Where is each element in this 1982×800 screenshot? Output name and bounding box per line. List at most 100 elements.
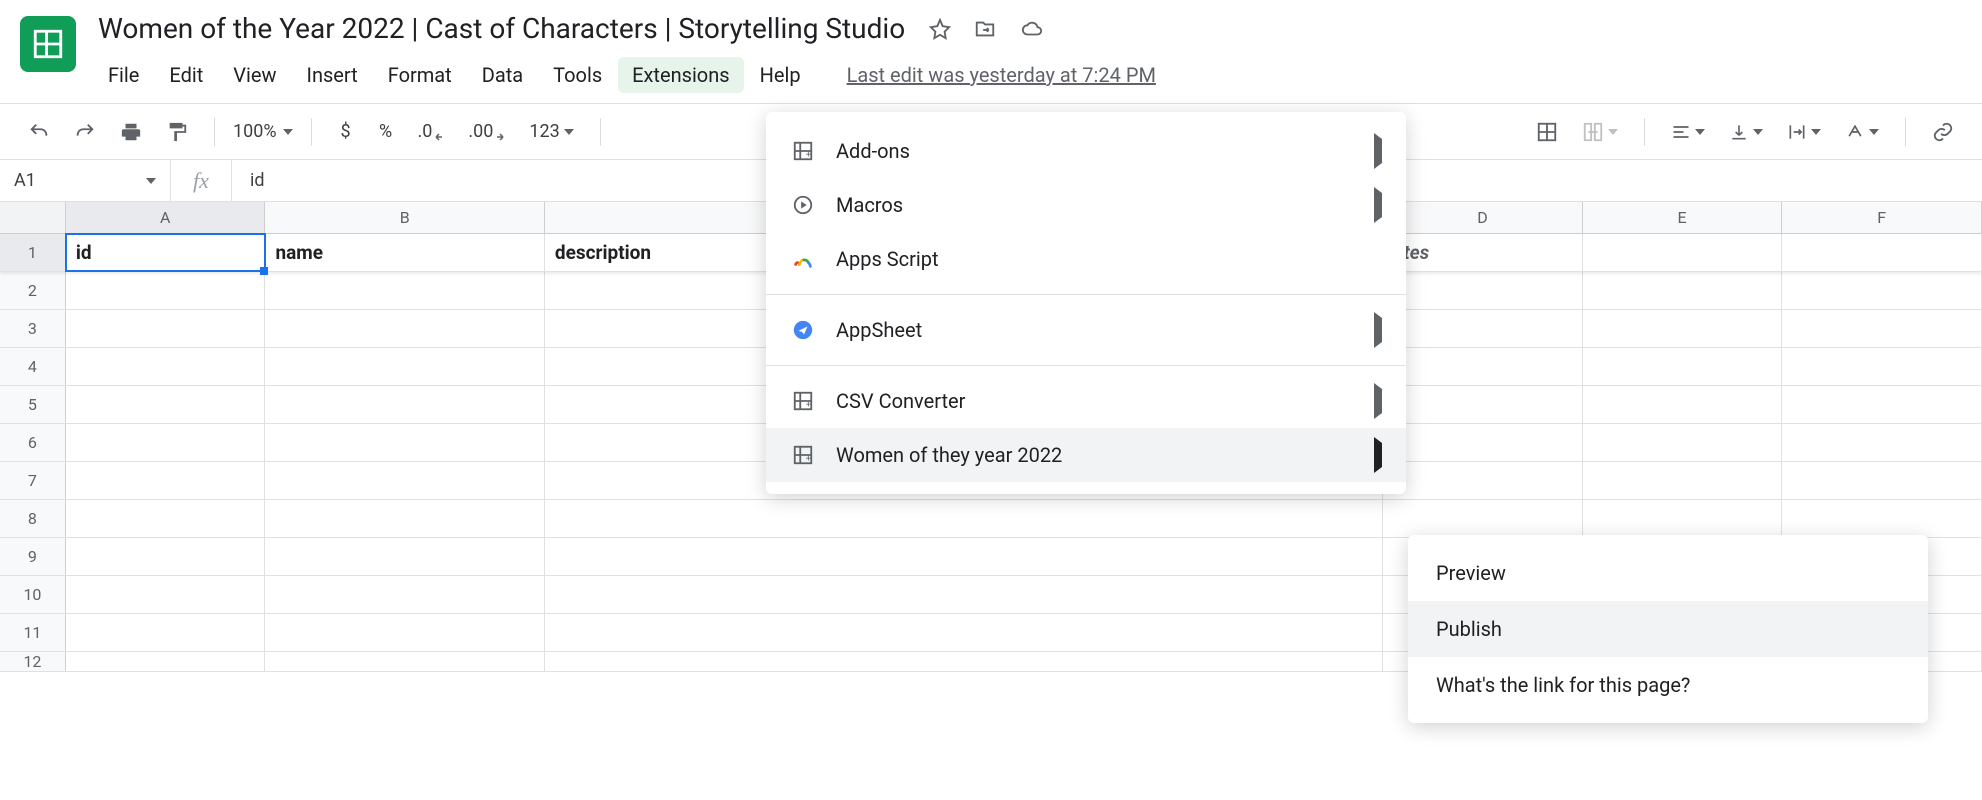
cell[interactable] [545, 652, 1383, 671]
row-header[interactable]: 3 [0, 310, 66, 347]
star-icon[interactable] [929, 18, 951, 40]
cell[interactable] [1782, 272, 1982, 309]
menu-tools[interactable]: Tools [539, 57, 616, 93]
menu-help[interactable]: Help [746, 57, 815, 93]
name-box[interactable]: A1 [0, 170, 170, 191]
submenu-item-preview[interactable]: Preview [1408, 545, 1928, 601]
format-currency-button[interactable]: $ [330, 116, 362, 148]
redo-button[interactable] [66, 116, 104, 148]
row-header[interactable]: 9 [0, 538, 66, 575]
cell[interactable] [265, 272, 544, 309]
cell[interactable] [1383, 348, 1583, 385]
decrease-decimal-button[interactable]: .0 [410, 116, 453, 148]
cell[interactable] [66, 462, 266, 499]
cell[interactable] [1782, 424, 1982, 461]
cell[interactable] [265, 538, 544, 575]
menu-item-apps-script[interactable]: Apps Script [766, 232, 1406, 286]
menu-item-add-ons[interactable]: + Add-ons [766, 124, 1406, 178]
row-header[interactable]: 4 [0, 348, 66, 385]
menu-item-macros[interactable]: Macros [766, 178, 1406, 232]
vertical-align-button[interactable] [1721, 116, 1771, 148]
column-header-F[interactable]: F [1782, 202, 1982, 233]
cell[interactable] [66, 614, 266, 651]
cloud-status-icon[interactable] [1019, 18, 1045, 40]
text-wrap-button[interactable] [1779, 116, 1829, 148]
menu-item-women-of-year[interactable]: + Women of they year 2022 [766, 428, 1406, 482]
insert-link-button[interactable] [1924, 116, 1962, 148]
cell[interactable] [66, 272, 266, 309]
menu-format[interactable]: Format [374, 57, 466, 93]
cell[interactable] [1383, 424, 1583, 461]
cell[interactable] [66, 538, 266, 575]
row-header[interactable]: 7 [0, 462, 66, 499]
paint-format-button[interactable] [158, 116, 196, 148]
cell[interactable] [1383, 500, 1583, 537]
cell[interactable] [265, 652, 544, 671]
cell[interactable] [1782, 348, 1982, 385]
cell[interactable] [1583, 310, 1783, 347]
undo-button[interactable] [20, 116, 58, 148]
cell[interactable] [1583, 272, 1783, 309]
cell[interactable] [265, 576, 544, 613]
borders-button[interactable] [1528, 116, 1566, 148]
cell[interactable] [265, 462, 544, 499]
cell[interactable] [66, 652, 266, 671]
row-header-1[interactable]: 1 [0, 234, 66, 271]
cell[interactable] [265, 310, 544, 347]
cell[interactable] [1782, 500, 1982, 537]
column-header-A[interactable]: A [66, 202, 266, 233]
cell-B1[interactable]: name [265, 234, 544, 271]
row-header[interactable]: 11 [0, 614, 66, 651]
print-button[interactable] [112, 116, 150, 148]
select-all-corner[interactable] [0, 202, 66, 233]
cell[interactable] [1383, 310, 1583, 347]
menu-item-csv-converter[interactable]: + CSV Converter [766, 374, 1406, 428]
column-header-D[interactable]: D [1383, 202, 1583, 233]
cell[interactable] [1583, 348, 1783, 385]
submenu-item-whats-link[interactable]: What's the link for this page? [1408, 657, 1928, 713]
selection-handle[interactable] [260, 267, 268, 275]
cell[interactable] [1383, 386, 1583, 423]
more-formats-button[interactable]: 123 [521, 116, 581, 148]
cell[interactable] [545, 576, 1383, 613]
menu-view[interactable]: View [219, 57, 290, 93]
zoom-select[interactable]: 100% [233, 121, 293, 142]
cell[interactable] [66, 576, 266, 613]
cell[interactable] [1583, 424, 1783, 461]
row-header[interactable]: 5 [0, 386, 66, 423]
increase-decimal-button[interactable]: .00 [460, 116, 513, 148]
cell[interactable] [66, 386, 266, 423]
cell[interactable] [265, 500, 544, 537]
cell[interactable] [545, 500, 1383, 537]
cell[interactable] [1583, 386, 1783, 423]
cell[interactable] [66, 424, 266, 461]
row-header[interactable]: 8 [0, 500, 66, 537]
cell[interactable] [1383, 272, 1583, 309]
cell[interactable] [66, 500, 266, 537]
cell[interactable] [66, 310, 266, 347]
cell[interactable] [66, 348, 266, 385]
row-header[interactable]: 12 [0, 652, 66, 671]
cell[interactable] [545, 538, 1383, 575]
menu-extensions[interactable]: Extensions [618, 57, 743, 93]
column-header-B[interactable]: B [265, 202, 544, 233]
column-header-E[interactable]: E [1583, 202, 1783, 233]
format-percent-button[interactable]: % [370, 116, 402, 148]
cell[interactable] [265, 424, 544, 461]
cell[interactable] [545, 614, 1383, 651]
cell-F1[interactable] [1782, 234, 1982, 271]
cell[interactable] [1583, 500, 1783, 537]
cell[interactable] [1383, 462, 1583, 499]
move-icon[interactable] [973, 18, 997, 40]
row-header[interactable]: 6 [0, 424, 66, 461]
cell[interactable] [265, 614, 544, 651]
menu-insert[interactable]: Insert [293, 57, 372, 93]
menu-item-appsheet[interactable]: AppSheet [766, 303, 1406, 357]
row-header[interactable]: 2 [0, 272, 66, 309]
menu-file[interactable]: File [94, 57, 153, 93]
cell[interactable] [1782, 462, 1982, 499]
document-title[interactable]: Women of the Year 2022 | Cast of Charact… [94, 10, 909, 47]
cell[interactable] [1782, 310, 1982, 347]
horizontal-align-button[interactable] [1663, 116, 1713, 148]
menu-edit[interactable]: Edit [155, 57, 217, 93]
